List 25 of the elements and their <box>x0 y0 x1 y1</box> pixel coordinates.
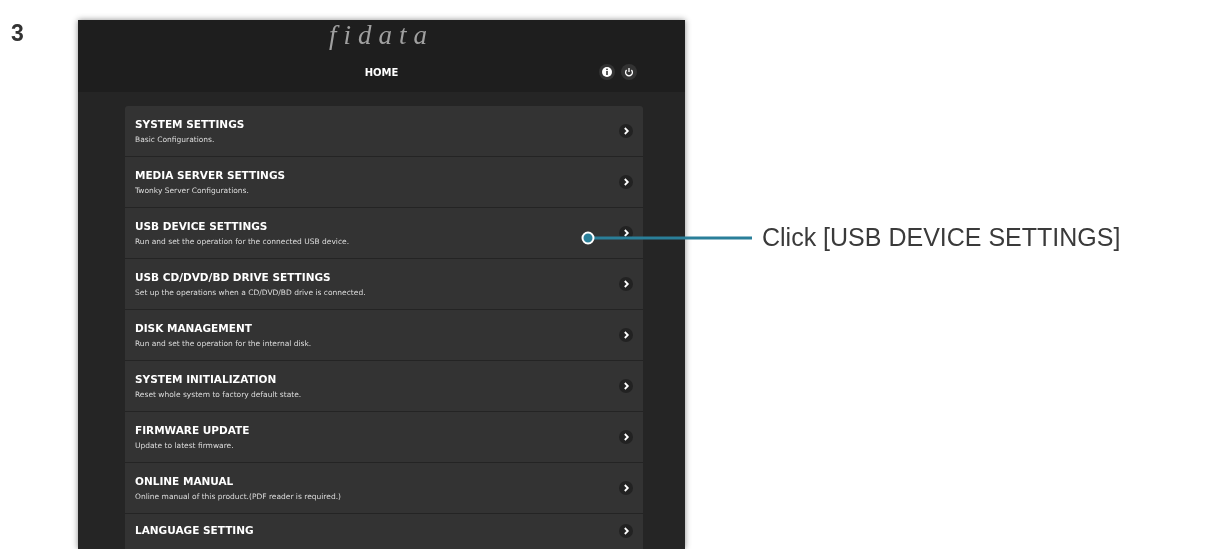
menu-item-title: SYSTEM SETTINGS <box>135 117 246 131</box>
chevron-right-icon[interactable] <box>619 481 633 495</box>
menu-item-title: ONLINE MANUAL <box>135 474 235 488</box>
menu-item-title: DISK MANAGEMENT <box>135 321 253 335</box>
chevron-right-icon[interactable] <box>619 430 633 444</box>
logo: fidata <box>329 20 434 52</box>
chevron-right-icon[interactable] <box>619 175 633 189</box>
info-icon[interactable] <box>599 64 615 80</box>
step-number: 3 <box>11 22 24 45</box>
chevron-right-icon[interactable] <box>619 379 633 393</box>
chevron-right-icon[interactable] <box>619 328 633 342</box>
chevron-right-icon[interactable] <box>619 226 633 240</box>
chevron-right-icon[interactable] <box>619 277 633 291</box>
menu-item-title: FIRMWARE UPDATE <box>135 423 251 437</box>
chevron-right-icon[interactable] <box>619 124 633 138</box>
menu-item-title: MEDIA SERVER SETTINGS <box>135 168 287 182</box>
menu-item-title: SYSTEM INITIALIZATION <box>135 372 278 386</box>
menu-item-title: LANGUAGE SETTING <box>135 524 255 537</box>
power-icon[interactable] <box>621 64 637 80</box>
callout-text: Click [USB DEVICE SETTINGS] <box>762 225 1121 250</box>
chevron-right-icon[interactable] <box>619 524 633 538</box>
menu-item[interactable]: LANGUAGE SETTING <box>125 514 643 549</box>
menu-item-title: USB CD/DVD/BD DRIVE SETTINGS <box>135 270 332 284</box>
menu-item-title: USB DEVICE SETTINGS <box>135 219 269 233</box>
page-title: HOME <box>364 65 399 80</box>
